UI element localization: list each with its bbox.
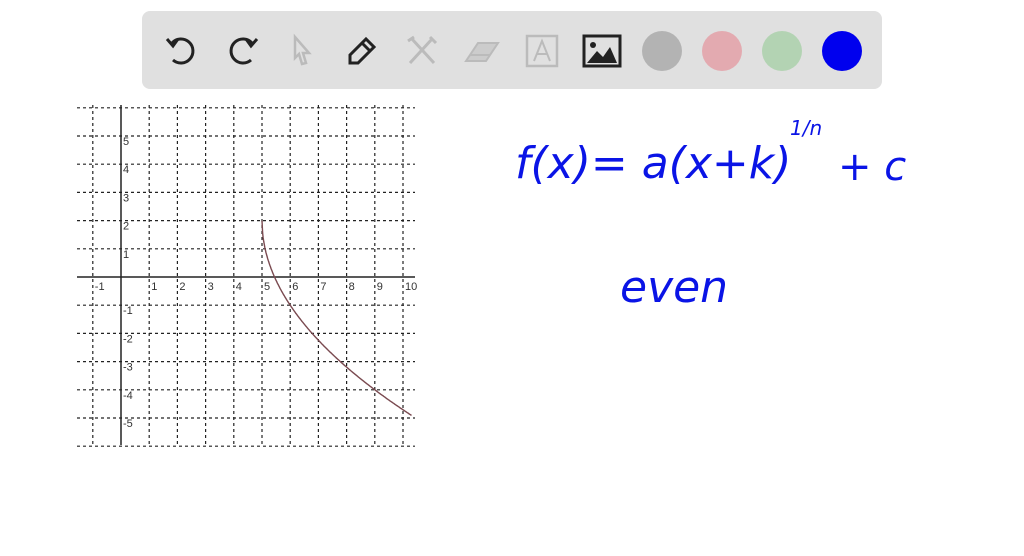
x-tick-label: -1 (95, 281, 105, 293)
tools-icon[interactable] (402, 31, 442, 71)
text-tool-icon[interactable] (522, 31, 562, 71)
formula-tail: + c (838, 144, 907, 190)
x-tick-label: 8 (349, 281, 355, 293)
y-tick-label: -1 (123, 305, 133, 317)
y-tick-label: 5 (123, 136, 129, 148)
color-green-swatch[interactable] (762, 31, 802, 71)
x-tick-label: 10 (405, 281, 417, 293)
y-tick-label: -5 (123, 418, 133, 430)
x-tick-label: 3 (208, 281, 214, 293)
color-pink-swatch[interactable] (702, 31, 742, 71)
y-tick-label: -4 (123, 390, 133, 402)
pen-icon[interactable] (342, 31, 382, 71)
x-tick-label: 5 (264, 281, 270, 293)
word-even: even (620, 262, 729, 313)
x-tick-label: 4 (236, 281, 242, 293)
y-tick-label: 4 (123, 164, 129, 176)
select-pointer-icon[interactable] (282, 31, 322, 71)
y-tick-label: -2 (123, 333, 133, 345)
y-tick-label: 2 (123, 221, 129, 233)
toolbar (142, 11, 882, 89)
x-tick-label: 7 (320, 281, 326, 293)
color-blue-swatch[interactable] (822, 31, 862, 71)
formula-main: f(x)= a(x+k) (515, 138, 792, 189)
y-tick-label: -3 (123, 362, 133, 374)
y-tick-label: 1 (123, 249, 129, 261)
redo-icon[interactable] (222, 31, 262, 71)
image-icon[interactable] (582, 31, 622, 71)
undo-icon[interactable] (162, 31, 202, 71)
function-curve (261, 220, 412, 416)
graph-chart: -1 1 2 3 4 5 6 7 8 9 10 5 4 3 2 1 -1 -2 -3 -4 -5 (77, 105, 417, 447)
x-tick-label: 2 (179, 281, 185, 293)
color-gray-swatch[interactable] (642, 31, 682, 71)
eraser-icon[interactable] (462, 31, 502, 71)
formula-exponent: 1/n (790, 116, 823, 140)
x-tick-label: 6 (292, 281, 298, 293)
y-tick-label: 3 (123, 192, 129, 204)
x-tick-label: 9 (377, 281, 383, 293)
x-tick-label: 1 (151, 281, 157, 293)
